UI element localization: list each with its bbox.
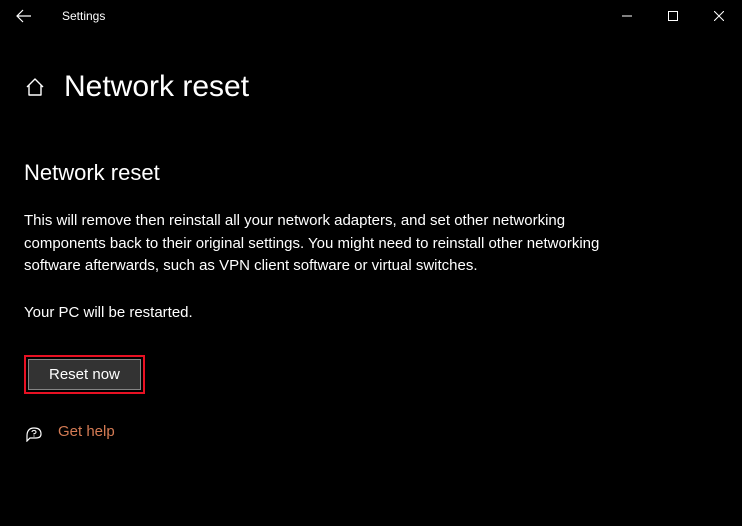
- titlebar-left: Settings: [14, 6, 105, 26]
- get-help-link[interactable]: Get help: [24, 422, 718, 442]
- titlebar-app-name: Settings: [62, 9, 105, 23]
- reset-button-highlight: Reset now: [24, 355, 145, 394]
- help-link-text: Get help: [58, 423, 115, 440]
- close-button[interactable]: [696, 0, 742, 32]
- help-icon: [24, 422, 44, 442]
- maximize-button[interactable]: [650, 0, 696, 32]
- maximize-icon: [668, 11, 678, 21]
- page-title: Network reset: [64, 70, 249, 104]
- minimize-icon: [622, 11, 632, 21]
- section-title: Network reset: [24, 160, 718, 186]
- description-text: This will remove then reinstall all your…: [24, 210, 624, 278]
- page-header: Network reset: [24, 70, 718, 104]
- minimize-button[interactable]: [604, 0, 650, 32]
- back-button[interactable]: [14, 6, 34, 26]
- back-arrow-icon: [15, 7, 33, 25]
- window-controls: [604, 0, 742, 32]
- close-icon: [714, 11, 724, 21]
- home-icon[interactable]: [24, 76, 46, 98]
- reset-now-button[interactable]: Reset now: [28, 359, 141, 390]
- titlebar: Settings: [0, 0, 742, 32]
- restart-note: Your PC will be restarted.: [24, 304, 718, 321]
- content-area: Network reset Network reset This will re…: [0, 32, 742, 442]
